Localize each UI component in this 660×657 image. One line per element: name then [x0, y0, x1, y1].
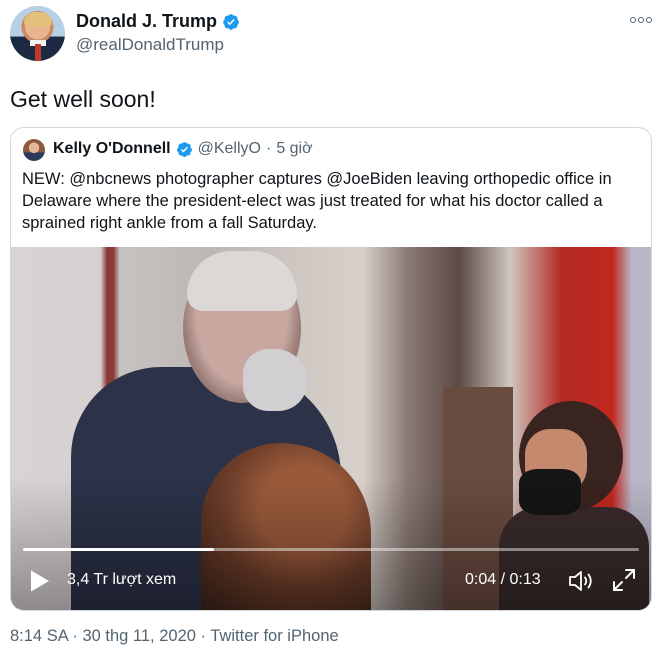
- verified-badge-icon: [176, 141, 192, 157]
- video-time: 0:04 / 0:13: [465, 571, 541, 588]
- quoted-author-avatar[interactable]: [23, 139, 45, 161]
- video-view-count: 3,4 Tr lượt xem: [67, 571, 177, 588]
- dot-icon: [630, 17, 636, 23]
- video-progress-fill: [23, 548, 214, 551]
- quoted-separator: ·: [265, 140, 272, 157]
- tweet-metadata[interactable]: 8:14 SA · 30 thg 11, 2020 · Twitter for …: [10, 627, 339, 646]
- video-scene-mask: [243, 349, 307, 411]
- quoted-time: 5 giờ: [276, 140, 313, 157]
- avatar-tie: [35, 44, 41, 61]
- quoted-handle: @KellyO: [197, 140, 261, 157]
- author-handle[interactable]: @realDonaldTrump: [76, 35, 224, 55]
- quoted-display-name: Kelly O'Donnell: [53, 140, 171, 157]
- fullscreen-icon[interactable]: [611, 567, 637, 593]
- quoted-text: NEW: @nbcnews photographer captures @Joe…: [22, 170, 612, 232]
- tweet: Donald J. Trump @realDonaldTrump Get wel…: [0, 0, 660, 657]
- avatar-hair: [24, 12, 52, 26]
- volume-icon[interactable]: [567, 568, 595, 594]
- dot-icon: [646, 17, 652, 23]
- dot-icon: [638, 17, 644, 23]
- play-icon[interactable]: [29, 569, 51, 593]
- author-display-name[interactable]: Donald J. Trump: [76, 11, 217, 32]
- more-options-icon[interactable]: [630, 14, 652, 26]
- video-player[interactable]: 3,4 Tr lượt xem 0:04 / 0:13: [11, 247, 651, 610]
- video-overlay-gradient: [11, 477, 651, 610]
- author-avatar[interactable]: [10, 6, 65, 61]
- video-scene-hair: [187, 251, 297, 311]
- quoted-tweet[interactable]: Kelly O'Donnell @KellyO · 5 giờ NEW: @nb…: [10, 127, 652, 611]
- verified-badge-icon: [223, 13, 239, 30]
- quoted-header: Kelly O'Donnell @KellyO · 5 giờ: [53, 140, 313, 158]
- tweet-text: Get well soon!: [10, 86, 156, 112]
- author-name-row: Donald J. Trump: [76, 11, 240, 32]
